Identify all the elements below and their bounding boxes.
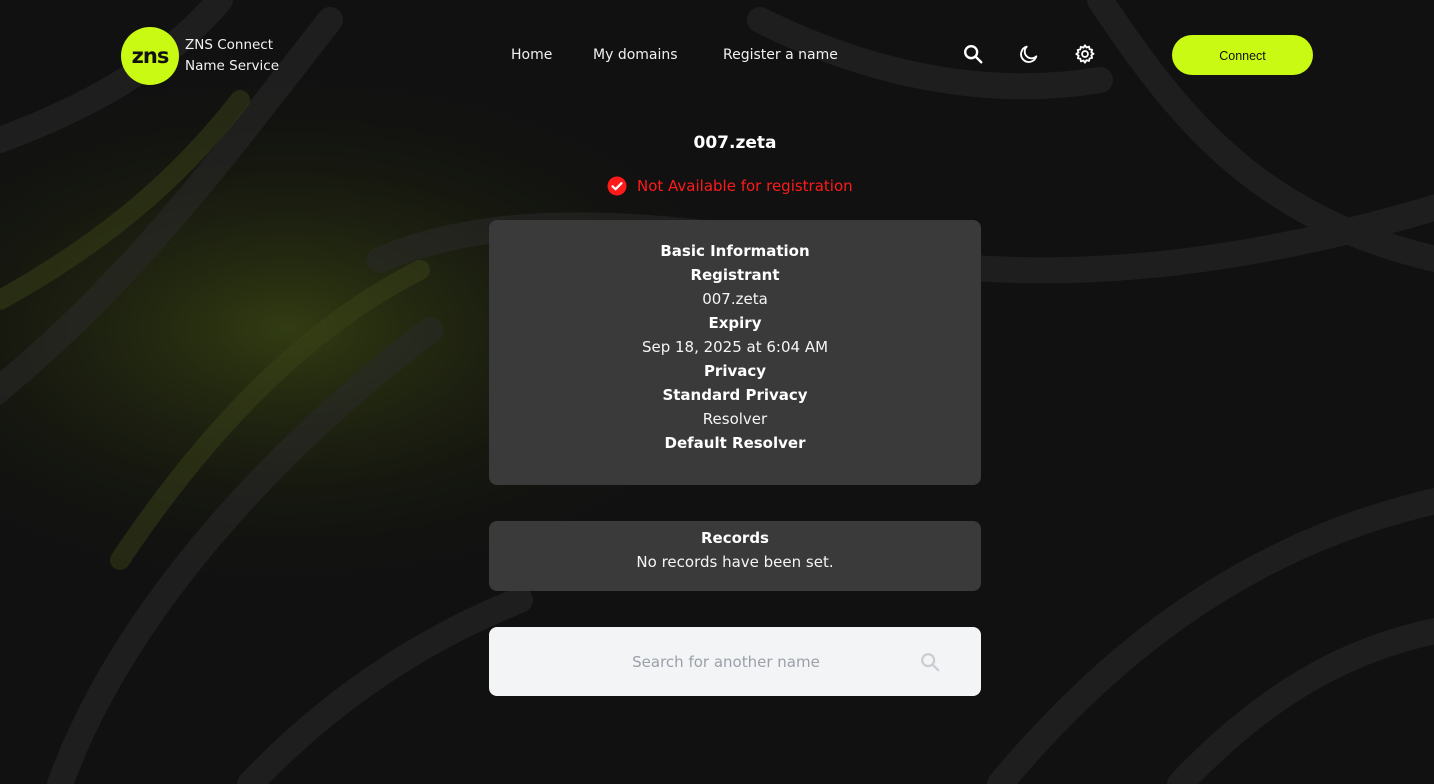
domain-detail: 007.zeta Not Available for registration … <box>0 0 1434 784</box>
brand-logo[interactable]: zns ZNS Connect Name Service <box>121 26 291 86</box>
gear-icon[interactable] <box>1073 42 1097 66</box>
moon-icon[interactable] <box>1017 42 1041 66</box>
top-navigation: zns ZNS Connect Name Service Home My dom… <box>0 0 1434 110</box>
search-icon[interactable] <box>961 42 985 66</box>
registrant-value: 007.zeta <box>702 290 768 308</box>
brand-line-1: ZNS Connect <box>185 37 274 53</box>
page: zns ZNS Connect Name Service Home My dom… <box>0 0 1434 784</box>
expiry-value: Sep 18, 2025 at 6:04 AM <box>641 338 829 356</box>
availability-status: Not Available for registration <box>607 175 853 197</box>
privacy-value: Standard Privacy <box>662 386 808 404</box>
basic-information-card: Basic Information Registrant 007.zeta Ex… <box>489 220 981 485</box>
resolver-label: Resolver <box>702 410 768 428</box>
brand-name: ZNS Connect Name Service <box>185 35 279 77</box>
expiry-label: Expiry <box>708 314 762 332</box>
records-heading: Records <box>701 529 769 547</box>
brand-line-2: Name Service <box>185 58 280 74</box>
basic-information-heading: Basic Information <box>660 242 810 260</box>
records-card: Records No records have been set. <box>489 521 981 591</box>
nav-my-domains-link[interactable]: My domains <box>593 44 678 66</box>
registrant-label: Registrant <box>690 266 780 284</box>
search-input[interactable] <box>549 639 903 685</box>
check-circle-icon <box>607 176 627 196</box>
privacy-label: Privacy <box>703 362 767 380</box>
nav-register-link[interactable]: Register a name <box>723 44 838 66</box>
logo-mark: zns <box>121 27 179 85</box>
domain-name-heading: 007.zeta <box>693 133 777 153</box>
records-empty-text: No records have been set. <box>636 553 834 571</box>
nav-home-link[interactable]: Home <box>511 44 552 66</box>
search-icon[interactable] <box>919 651 943 675</box>
connect-wallet-button[interactable]: Connect <box>1172 35 1313 75</box>
availability-status-text: Not Available for registration <box>637 177 853 195</box>
resolver-value: Default Resolver <box>664 434 806 452</box>
search-another-name-box <box>489 627 981 696</box>
